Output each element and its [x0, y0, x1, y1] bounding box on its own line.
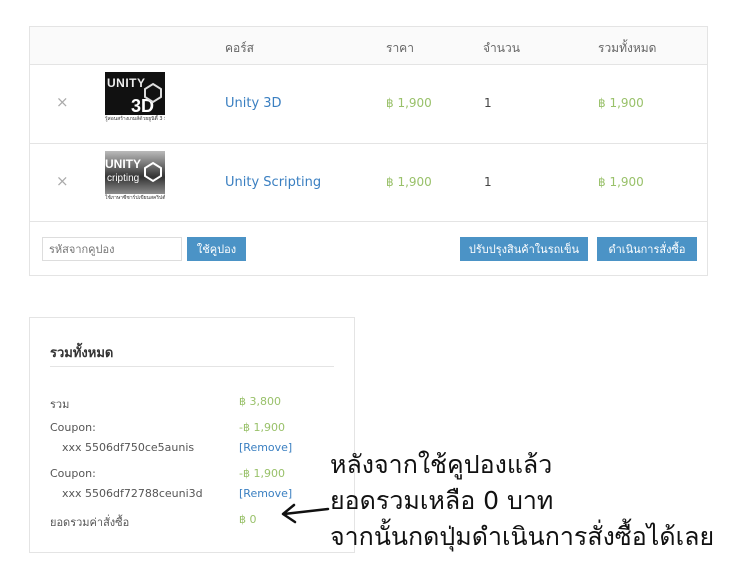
- totals-title: รวมทั้งหมด: [50, 346, 114, 361]
- header-course: คอร์ส: [225, 41, 255, 55]
- header-total: รวมทั้งหมด: [598, 41, 657, 55]
- unity-logo-icon: [144, 82, 162, 104]
- coupon-code-input[interactable]: [42, 237, 182, 261]
- coupon-code: xxx 5506df72788ceuni3d: [62, 487, 203, 500]
- remove-item-icon[interactable]: ×: [56, 93, 69, 111]
- coupon-label: Coupon:: [50, 421, 96, 434]
- course-name-link[interactable]: Unity 3D: [225, 96, 282, 111]
- item-quantity: 1: [484, 96, 492, 110]
- subtotal-value: ฿ 3,800: [239, 395, 281, 408]
- item-total: ฿ 1,900: [598, 175, 644, 189]
- cart-table: คอร์ส ราคา จำนวน รวมทั้งหมด × UNITY 3D ร…: [29, 26, 708, 276]
- course-thumbnail[interactable]: UNITY 3D รู้สอนสร้างเกมส์ด้วยยูนิตี้ 3 ม…: [105, 72, 165, 124]
- course-thumbnail[interactable]: UNITY cripting ใช้ภาษาซีชาร์ปเขียนสคริปต…: [105, 151, 165, 203]
- annotation-line-2: ยอดรวมเหลือ 0 บาท: [330, 486, 554, 515]
- header-quantity: จำนวน: [483, 41, 520, 55]
- order-total-value: ฿ 0: [239, 513, 257, 526]
- coupon-discount-value: -฿ 1,900: [239, 467, 285, 480]
- course-name-link[interactable]: Unity Scripting: [225, 175, 321, 190]
- divider: [50, 366, 334, 367]
- item-price: ฿ 1,900: [386, 96, 432, 110]
- apply-coupon-button[interactable]: ใช้คูปอง: [187, 237, 246, 261]
- checkout-button[interactable]: ดำเนินการสั่งซื้อ: [597, 237, 697, 261]
- item-quantity: 1: [484, 175, 492, 189]
- order-total-label: ยอดรวมค่าสั่งซื้อ: [50, 516, 130, 529]
- item-price: ฿ 1,900: [386, 175, 432, 189]
- cart-actions-row: ใช้คูปอง ปรับปรุงสินค้าในรถเข็น ดำเนินกา…: [30, 222, 707, 276]
- annotation-arrow-icon: [281, 503, 330, 524]
- coupon-label: Coupon:: [50, 467, 96, 480]
- remove-coupon-link[interactable]: [Remove]: [239, 441, 292, 454]
- coupon-code: xxx 5506df750ce5aunis: [62, 441, 195, 454]
- item-total: ฿ 1,900: [598, 96, 644, 110]
- cart-item-row: × UNITY 3D รู้สอนสร้างเกมส์ด้วยยูนิตี้ 3…: [30, 65, 707, 144]
- cart-header-row: คอร์ส ราคา จำนวน รวมทั้งหมด: [30, 27, 707, 65]
- header-price: ราคา: [386, 41, 414, 55]
- remove-item-icon[interactable]: ×: [56, 172, 69, 190]
- annotation-line-1: หลังจากใช้คูปองแล้ว: [330, 450, 553, 479]
- cart-item-row: × UNITY cripting ใช้ภาษาซีชาร์ปเขียนสคริ…: [30, 144, 707, 222]
- subtotal-label: รวม: [50, 398, 70, 411]
- annotation-line-3: จากนั้นกดปุ่มดำเนินการสั่งซื้อได้เลย: [330, 522, 715, 551]
- coupon-discount-value: -฿ 1,900: [239, 421, 285, 434]
- update-cart-button[interactable]: ปรับปรุงสินค้าในรถเข็น: [460, 237, 588, 261]
- unity-logo-icon: [144, 161, 162, 183]
